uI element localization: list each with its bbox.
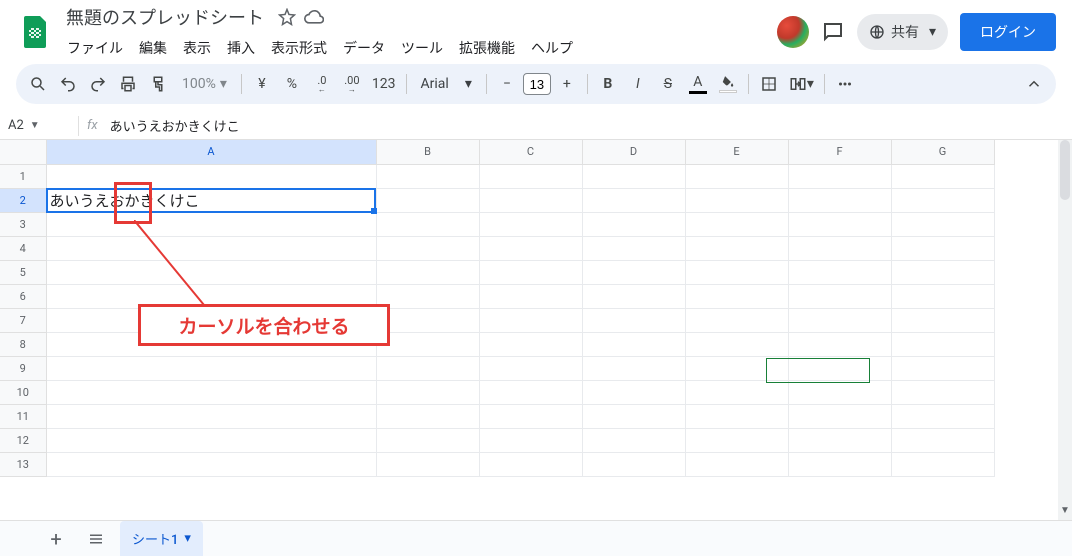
decrease-decimal-icon[interactable]: .0←	[308, 70, 336, 98]
cloud-saved-icon[interactable]	[304, 7, 324, 27]
cell-A2[interactable]: あいうえおかきくけこ	[46, 188, 376, 212]
col-header-F[interactable]: F	[788, 140, 891, 164]
chevron-down-icon: ▾	[184, 531, 191, 546]
row-header[interactable]: 7	[0, 308, 46, 332]
row-header[interactable]: 10	[0, 380, 46, 404]
row-header[interactable]: 11	[0, 404, 46, 428]
row-header[interactable]: 4	[0, 236, 46, 260]
header: 無題のスプレッドシート ファイル 編集 表示 挿入 表示形式 データ ツール 拡…	[0, 0, 1072, 56]
menu-help[interactable]: ヘルプ	[524, 34, 580, 62]
col-header-E[interactable]: E	[685, 140, 788, 164]
borders-icon[interactable]	[755, 70, 783, 98]
menu-file[interactable]: ファイル	[60, 34, 130, 62]
separator	[406, 74, 407, 94]
sheet-tab-bar: + シート1 ▾	[0, 520, 1072, 556]
login-button[interactable]: ログイン	[960, 13, 1056, 51]
col-header-C[interactable]: C	[479, 140, 582, 164]
row-header[interactable]: 5	[0, 260, 46, 284]
row-header[interactable]: 1	[0, 164, 46, 188]
italic-icon[interactable]: I	[624, 70, 652, 98]
toolbar: 100% ▾ ¥ % .0← .00→ 123 Arial▾ − + B I S…	[16, 64, 1056, 104]
grid-area: A B C D E F G 1 2あいうえおかきくけこ 3 4 5 6 7 8 …	[0, 140, 1072, 528]
separator	[241, 74, 242, 94]
formula-input[interactable]: あいうえおかきくけこ	[106, 116, 1072, 135]
separator	[486, 74, 487, 94]
paint-format-icon[interactable]	[144, 70, 172, 98]
select-all-corner[interactable]	[0, 140, 46, 164]
menu-tools[interactable]: ツール	[394, 34, 450, 62]
sheet-tab-active[interactable]: シート1 ▾	[120, 521, 203, 556]
col-header-A[interactable]: A	[46, 140, 376, 164]
row-header[interactable]: 12	[0, 428, 46, 452]
font-size-group: − +	[493, 70, 581, 98]
collapse-toolbar-icon[interactable]	[1020, 70, 1048, 98]
more-icon[interactable]	[831, 70, 859, 98]
font-size-input[interactable]	[523, 73, 551, 95]
row-header[interactable]: 3	[0, 212, 46, 236]
row-header[interactable]: 2	[0, 188, 46, 212]
col-header-G[interactable]: G	[891, 140, 994, 164]
menubar: ファイル 編集 表示 挿入 表示形式 データ ツール 拡張機能 ヘルプ	[60, 34, 777, 62]
share-label: 共有	[891, 22, 919, 42]
menu-data[interactable]: データ	[336, 34, 392, 62]
undo-icon[interactable]	[54, 70, 82, 98]
share-button[interactable]: 共有 ▾	[857, 14, 948, 50]
fx-label: fx	[79, 118, 106, 133]
chevron-down-icon: ▼	[30, 120, 40, 131]
menu-extensions[interactable]: 拡張機能	[452, 34, 522, 62]
percent-icon[interactable]: %	[278, 70, 306, 98]
menu-format[interactable]: 表示形式	[264, 34, 334, 62]
font-size-increase[interactable]: +	[553, 70, 581, 98]
separator	[587, 74, 588, 94]
fill-color-icon[interactable]	[714, 70, 742, 98]
scroll-down-icon[interactable]: ▼	[1060, 505, 1070, 516]
add-sheet-button[interactable]: +	[40, 523, 72, 555]
col-header-B[interactable]: B	[376, 140, 479, 164]
all-sheets-button[interactable]	[80, 523, 112, 555]
text-color-icon[interactable]: A	[684, 70, 712, 98]
separator	[748, 74, 749, 94]
number-format-icon[interactable]: 123	[368, 70, 400, 98]
formula-bar: A2 ▼ fx あいうえおかきくけこ	[0, 112, 1072, 140]
col-header-D[interactable]: D	[582, 140, 685, 164]
zoom-select[interactable]: 100% ▾	[174, 76, 235, 92]
star-icon[interactable]	[278, 8, 296, 26]
avatar[interactable]	[777, 16, 809, 48]
merge-cells-icon[interactable]: ▾	[785, 70, 818, 98]
search-icon[interactable]	[24, 70, 52, 98]
redo-icon[interactable]	[84, 70, 112, 98]
currency-icon[interactable]: ¥	[248, 70, 276, 98]
globe-icon	[869, 24, 885, 40]
chevron-down-icon: ▾	[929, 24, 936, 40]
menu-edit[interactable]: 編集	[132, 34, 174, 62]
name-box[interactable]: A2 ▼	[0, 118, 78, 133]
separator	[824, 74, 825, 94]
scrollbar-thumb[interactable]	[1060, 140, 1070, 200]
bold-icon[interactable]: B	[594, 70, 622, 98]
sheets-logo[interactable]	[16, 12, 56, 52]
row-header[interactable]: 8	[0, 332, 46, 356]
row-header[interactable]: 9	[0, 356, 46, 380]
menu-view[interactable]: 表示	[176, 34, 218, 62]
row-header[interactable]: 6	[0, 284, 46, 308]
print-icon[interactable]	[114, 70, 142, 98]
title-area: 無題のスプレッドシート ファイル 編集 表示 挿入 表示形式 データ ツール 拡…	[60, 2, 777, 62]
menu-insert[interactable]: 挿入	[220, 34, 262, 62]
font-select[interactable]: Arial▾	[413, 76, 480, 92]
font-size-decrease[interactable]: −	[493, 70, 521, 98]
strikethrough-icon[interactable]: S	[654, 70, 682, 98]
header-right: 共有 ▾ ログイン	[777, 13, 1056, 51]
vertical-scrollbar[interactable]: ▼	[1058, 140, 1072, 520]
doc-title[interactable]: 無題のスプレッドシート	[60, 2, 270, 32]
comment-history-icon[interactable]	[821, 20, 845, 44]
spreadsheet-grid[interactable]: A B C D E F G 1 2あいうえおかきくけこ 3 4 5 6 7 8 …	[0, 140, 995, 477]
increase-decimal-icon[interactable]: .00→	[338, 70, 366, 98]
row-header[interactable]: 13	[0, 452, 46, 476]
